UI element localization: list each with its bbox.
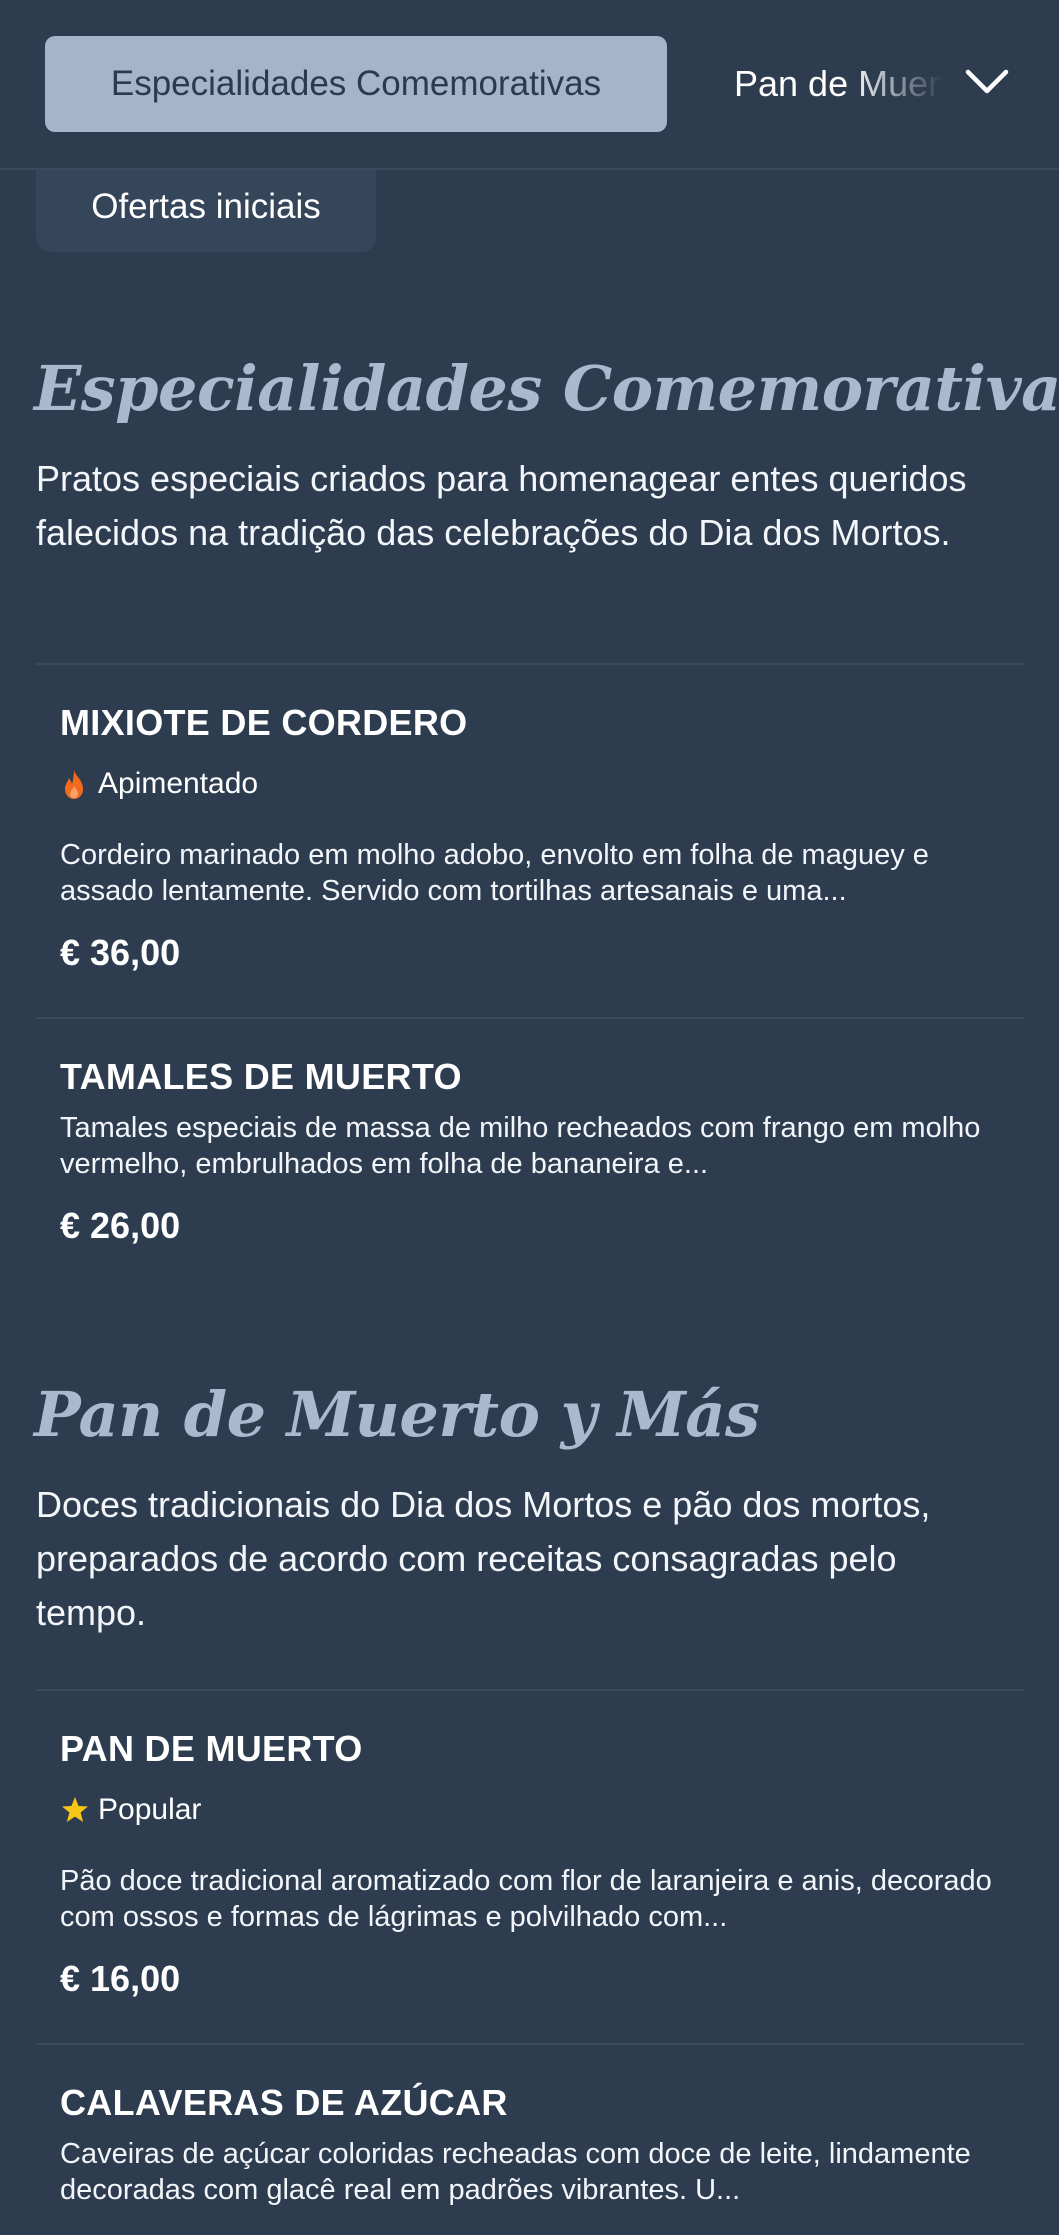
item-description: Tamales especiais de massa de milho rech…: [60, 1112, 981, 1180]
category-tab-bar: Especialidades Comemorativas Pan de Muer…: [0, 0, 1059, 170]
section-description: Doces tradicionais do Dia dos Mortos e p…: [36, 1484, 931, 1633]
item-name: PAN DE MUERTO: [60, 1728, 363, 1769]
item-description: Pão doce tradicional aromatizado com flo…: [60, 1865, 992, 1933]
section-title: Pan de Muerto y Más: [34, 1378, 760, 1451]
item-tag-label: Apimentado: [98, 767, 259, 800]
tab-especialidades-comemorativas[interactable]: Especialidades Comemorativas: [45, 36, 667, 132]
divider: [36, 663, 1024, 665]
item-price: € 16,00: [60, 1958, 181, 1999]
section-description: Pratos especiais criados para homenagear…: [36, 458, 967, 553]
item-price: € 26,00: [60, 1205, 181, 1246]
item-price: € 36,00: [60, 932, 181, 973]
item-tag: Popular: [60, 1790, 201, 1830]
item-description: Cordeiro marinado em molho adobo, envolt…: [60, 839, 929, 907]
item-tag: Apimentado: [60, 764, 258, 804]
item-name: CALAVERAS DE AZÚCAR: [60, 2082, 508, 2123]
divider: [36, 1689, 1024, 1691]
item-tag-label: Popular: [98, 1793, 202, 1826]
star-icon: [60, 1794, 88, 1826]
flame-icon: [60, 768, 88, 800]
section-title: Especialidades Comemorativas: [34, 352, 1059, 425]
divider: [36, 1017, 1024, 1019]
chevron-down-icon[interactable]: [962, 62, 1012, 102]
item-name: TAMALES DE MUERTO: [60, 1056, 462, 1097]
tab-pan-de-muerto[interactable]: Pan de Muerto y Más: [734, 58, 944, 110]
item-description: Caveiras de açúcar coloridas recheadas c…: [60, 2138, 971, 2206]
item-name: MIXIOTE DE CORDERO: [60, 702, 468, 743]
divider: [36, 2043, 1024, 2045]
